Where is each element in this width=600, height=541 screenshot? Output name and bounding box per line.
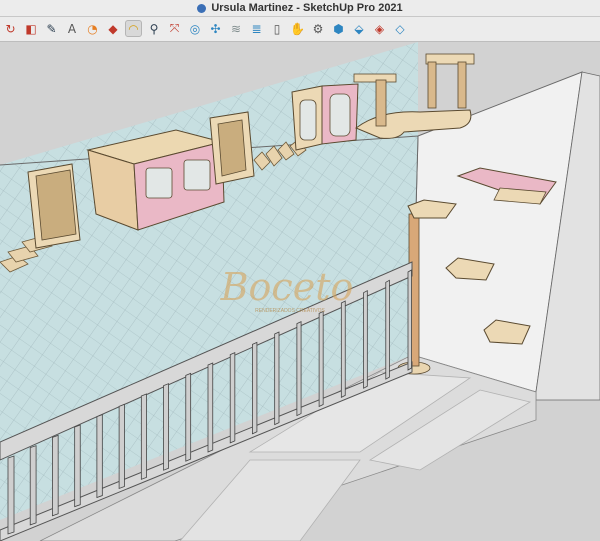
undo-arc-icon[interactable]: ↻ [2,20,19,37]
sketchup-app-icon [197,3,207,13]
railing-baluster [207,362,214,453]
section-plane-icon[interactable]: ▯ [269,20,286,37]
railing-baluster [229,352,236,444]
railing-baluster [363,290,368,389]
railing-baluster [318,310,324,408]
watermark-subtitle: RENDERIZADOS CREATIVOS [255,308,325,314]
window-title: Ursula Martinez - SketchUp Pro 2021 [211,2,403,14]
pan-hand-icon[interactable]: ✋ [289,20,306,37]
paint-icon[interactable]: ◆ [105,20,122,37]
cat-box-open[interactable] [27,163,81,249]
text-icon[interactable]: A [64,20,81,37]
railing-baluster [185,372,192,462]
railing-baluster [296,321,302,417]
layers-icon[interactable]: ≣ [248,20,265,37]
railing-baluster [52,434,59,517]
railing-baluster [163,383,169,471]
railing-baluster [274,331,280,426]
railing-baluster [252,341,258,435]
sandbox-icon[interactable]: ≋ [228,20,245,37]
scale-icon[interactable]: ⤧ [166,20,183,37]
railing-baluster [407,269,412,371]
railing-baluster [140,393,147,480]
window-title-bar: Ursula Martinez - SketchUp Pro 2021 [0,0,600,17]
paint-bucket-icon[interactable]: ◧ [23,20,40,37]
magnify-icon[interactable]: ⚲ [146,20,163,37]
outliner-icon[interactable]: ◇ [392,20,409,37]
main-toolbar: ↻ ◧ ✎ A ◔ ◆ ◠ ⚲ ⤧ ◎ ✣ ≋ ≣ ▯ ✋ ⚙ ⬢ ⬙ ◈ ◇ [0,17,600,42]
railing-baluster [385,279,390,380]
railing-baluster [118,403,125,490]
pencil-icon[interactable]: ✎ [43,20,60,37]
intersect-icon[interactable]: ✣ [207,20,224,37]
arc-tool-icon[interactable]: ◠ [125,20,142,37]
model-viewport[interactable]: Boceto RENDERIZADOS CREATIVOS [0,42,600,541]
railing-baluster [74,424,81,508]
watermark-logo: Boceto [220,265,354,309]
cat-cube-double[interactable] [291,83,359,151]
components-icon[interactable]: ⬙ [351,20,368,37]
settings-icon[interactable]: ⚙ [310,20,327,37]
styles-icon[interactable]: ◈ [371,20,388,37]
orbit-icon[interactable]: ◎ [187,20,204,37]
materials-icon[interactable]: ⬢ [330,20,347,37]
railing-baluster [340,300,346,398]
cat-box-frame[interactable] [209,111,255,185]
railing-baluster [7,455,15,535]
railing-baluster [29,445,37,526]
railing-baluster [96,414,103,499]
pie-tool-icon[interactable]: ◔ [84,20,101,37]
